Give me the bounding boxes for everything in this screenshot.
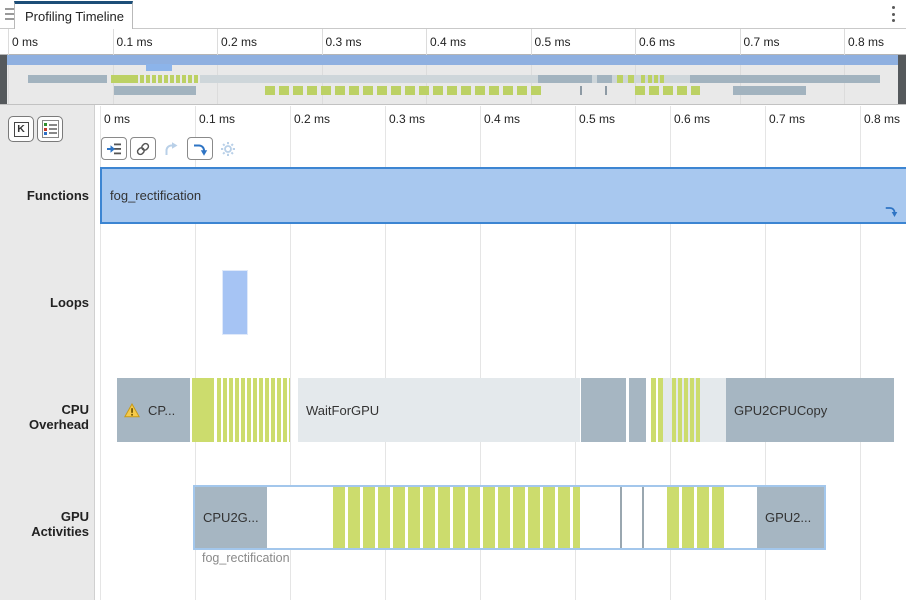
minimap-gray-band [538,75,592,83]
minimap-gray-band [114,86,196,95]
kernel-view-button[interactable]: K [8,116,34,142]
overview-tick-label: 0.1 ms [117,35,153,49]
segment-label: WaitForGPU [306,403,379,418]
row-label-gpu-activities: GPU Activities [0,509,89,539]
link-code-button[interactable] [130,137,156,160]
minimap-gray-band [733,86,806,95]
minimap-gray-band [597,75,612,83]
curved-arrow-up-icon [163,141,179,157]
tab-profiling-timeline[interactable]: Profiling Timeline [14,1,133,29]
curved-arrow-down-icon [192,141,208,157]
cpu-overhead-segment[interactable] [217,378,290,442]
cpu-overhead-segment[interactable] [581,378,626,442]
overview-tick-label: 0.3 ms [326,35,362,49]
segment-label: GPU2CPUCopy [734,403,827,418]
panel-grip-icon[interactable] [5,8,14,20]
gear-icon [220,141,236,157]
gpu-activities-segment[interactable]: CPU2G... [195,487,267,548]
minimap-green-band [617,75,623,83]
functions-segment[interactable]: fog_rectification [100,167,906,224]
cpu-overhead-segment[interactable] [672,378,700,442]
segment-label: CP... [148,403,175,418]
minimap-gray-band [28,75,107,83]
arrow-into-list-icon [106,141,123,157]
main-tick-label: 0.8 ms [864,112,900,126]
overview-tick-label: 0.7 ms [744,35,780,49]
minimap-tick-band [580,86,582,95]
cpu-overhead-segment[interactable] [629,378,646,442]
main-tick-label: 0.7 ms [769,112,805,126]
minimap-left-handle[interactable] [0,55,7,104]
minimap-green-band [628,75,634,83]
overview-tick-label: 0.5 ms [535,35,571,49]
minimap-tick-band [605,86,607,95]
segment-label: CPU2G... [203,510,259,525]
main-tick-label: 0.4 ms [484,112,520,126]
next-event-button[interactable] [187,137,213,160]
main-tick-label: 0.1 ms [199,112,235,126]
minimap-green-band [641,75,645,83]
minimap-right-handle[interactable] [898,55,906,104]
main-tick-label: 0 ms [104,112,130,126]
row-label-functions: Functions [0,188,89,203]
cpu-overhead-segment[interactable] [192,378,214,442]
link-icon [135,141,151,157]
settings-button[interactable] [215,137,241,160]
main-tick-label: 0.2 ms [294,112,330,126]
gpu-activities-segment[interactable] [667,487,727,548]
overview-gridline [844,29,845,104]
gpu-activities-segment[interactable] [642,487,644,548]
expand-row-arrow-icon[interactable] [884,204,899,219]
minimap-striped-wide-band [635,86,700,95]
minimap-striped-band [648,75,666,83]
main-tick-label: 0.5 ms [579,112,615,126]
overview-tick-label: 0.4 ms [430,35,466,49]
minimap-striped-band [140,75,200,83]
row-label-loops: Loops [0,295,89,310]
segment-label: GPU2... [765,510,811,525]
minimap-loop-band [146,64,172,71]
legend-list-icon [42,120,59,138]
overview-gridline [8,29,9,104]
overview-gridline [217,29,218,104]
kebab-menu-icon[interactable] [888,6,898,22]
gpu-activities-segment[interactable]: GPU2... [757,487,824,548]
gpu-activities-segment[interactable] [620,487,622,548]
main-tick-label: 0.3 ms [389,112,425,126]
warning-icon [124,403,140,418]
profiling-timeline-window: Profiling Timeline 0 ms 0.1 ms 0.2 ms 0.3 m… [0,0,906,600]
cpu-overhead-segment[interactable] [651,378,656,442]
main-tick-label: 0.6 ms [674,112,710,126]
legend-button[interactable] [37,116,63,142]
overview-tick-label: 0.8 ms [848,35,884,49]
minimap-gray-band [690,75,880,83]
tab-label: Profiling Timeline [25,9,124,24]
kernel-k-icon: K [14,122,29,137]
cpu-overhead-segment[interactable]: GPU2CPUCopy [726,378,894,442]
cpu-overhead-segment[interactable]: CP... [117,378,190,442]
cpu-overhead-segment[interactable]: WaitForGPU [298,378,580,442]
inspect-event-button[interactable] [101,137,127,160]
loops-segment[interactable] [222,270,248,335]
row-label-cpu-overhead: CPU Overhead [0,402,89,432]
overview-tick-label: 0 ms [12,35,38,49]
minimap-function-band [7,55,898,65]
segment-label: fog_rectification [110,188,201,203]
gpu-call-site-label: fog_rectification [202,551,290,565]
gpu-activities-segment[interactable] [333,487,580,548]
tab-bar: Profiling Timeline [0,0,906,29]
minimap-green-band [111,75,138,83]
overview-tick-label: 0.2 ms [221,35,257,49]
minimap-striped-wide-band [265,86,543,95]
previous-event-button[interactable] [158,137,184,160]
overview-tick-label: 0.6 ms [639,35,675,49]
